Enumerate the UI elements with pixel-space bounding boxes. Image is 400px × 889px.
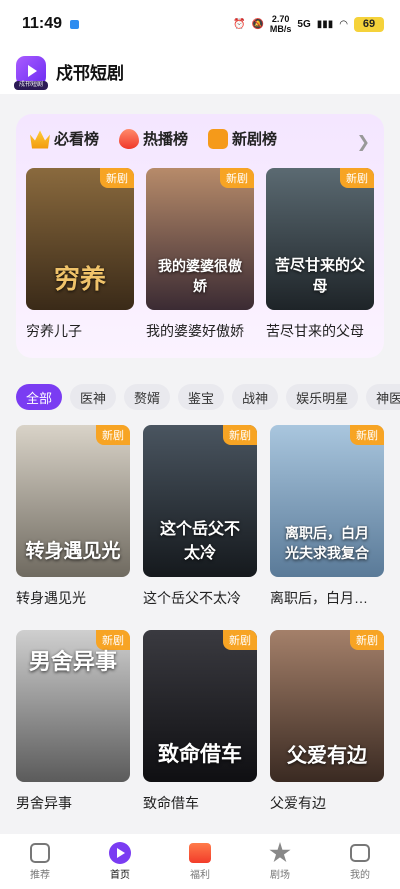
new-badge: 新剧 — [220, 168, 254, 188]
poster-title-art: 这个岳父不太冷 — [159, 519, 240, 562]
rank-title-3[interactable]: 苦尽甘来的父母 — [266, 321, 378, 341]
new-badge: 新剧 — [350, 630, 384, 650]
rank-poster-1[interactable]: 新剧 穷养 — [26, 168, 134, 310]
ranking-card: 必看榜 热播榜 新剧榜 ❯ 新剧 穷养 新剧 我的婆婆很傲娇 新剧 苦尽甘来的父… — [16, 114, 384, 358]
drama-poster-5[interactable]: 新剧 致命借车 — [143, 630, 257, 782]
tab-must-watch[interactable]: 必看榜 — [30, 128, 99, 149]
tab-label: 剧场 — [270, 870, 290, 881]
new-badge: 新剧 — [223, 425, 257, 445]
drama-poster-3[interactable]: 新剧 离职后，白月光夫求我复合 — [270, 425, 384, 577]
chip-entertainment-star[interactable]: 娱乐明星 — [286, 384, 359, 410]
app-title: 戍邗短剧 — [56, 63, 124, 83]
poster-title-art: 致命借车 — [158, 741, 242, 766]
new-drama-icon — [208, 128, 229, 149]
drama-poster-2[interactable]: 新剧 这个岳父不太冷 — [143, 425, 257, 577]
chevron-right-icon[interactable]: ❯ — [357, 132, 370, 152]
star-icon — [269, 842, 291, 864]
tab-label: 福利 — [190, 870, 210, 881]
chip-genius-doctor[interactable]: 神医 — [366, 384, 400, 410]
tab-home[interactable]: 首页 — [80, 834, 160, 889]
drama-title-2[interactable]: 这个岳父不太冷 — [143, 588, 259, 608]
poster-title-art: 转身遇见光 — [25, 540, 121, 562]
chip-war-god[interactable]: 战神 — [232, 384, 279, 410]
speed-unit: MB/s — [269, 24, 292, 34]
poster-title-art: 男舍异事 — [28, 649, 117, 675]
poster-title-art: 离职后，白月光夫求我复合 — [285, 526, 369, 562]
new-badge: 新剧 — [223, 630, 257, 650]
category-chips: 全部 医神 赘婿 鉴宝 战神 娱乐明星 神医 重生 — [16, 384, 400, 410]
profile-chat-icon — [349, 842, 371, 864]
tab-label: 我的 — [350, 870, 370, 881]
app-header: 戍邗短剧 戍邗短剧 — [0, 48, 400, 94]
notification-icon — [70, 19, 80, 29]
poster-title-art: 我的婆婆很傲娇 — [158, 259, 242, 295]
status-right: ⏰ 🔕 2.70 MB/s 5G ▮▮▮ ◠ 69 — [233, 14, 384, 34]
network-speed: 2.70 MB/s — [270, 14, 292, 34]
tab-hot[interactable]: 热播榜 — [119, 128, 188, 149]
new-badge: 新剧 — [340, 168, 374, 188]
tab-mine[interactable]: 我的 — [320, 834, 400, 889]
drama-title-1[interactable]: 转身遇见光 — [16, 588, 132, 608]
battery-icon: 69 — [354, 16, 384, 32]
signal-icon: ▮▮▮ — [316, 18, 334, 30]
mute-icon: 🔕 — [251, 18, 264, 30]
tab-label: 热播榜 — [143, 131, 189, 148]
rank-title-1[interactable]: 穷养儿子 — [26, 321, 138, 341]
wifi-icon: ◠ — [339, 18, 348, 30]
ranking-tabs: 必看榜 热播榜 新剧榜 — [30, 128, 277, 149]
rank-poster-2[interactable]: 新剧 我的婆婆很傲娇 — [146, 168, 254, 310]
poster-title-art: 苦尽甘来的父母 — [274, 256, 365, 295]
chip-son-in-law[interactable]: 赘婿 — [124, 384, 171, 410]
gift-icon — [189, 842, 211, 864]
tab-recommend[interactable]: 推荐 — [0, 834, 80, 889]
network-type: 5G — [297, 18, 311, 30]
new-badge: 新剧 — [100, 168, 134, 188]
tab-welfare[interactable]: 福利 — [160, 834, 240, 889]
poster-title-art: 父爱有边 — [287, 743, 367, 767]
app-logo-icon: 戍邗短剧 — [14, 56, 48, 90]
alarm-icon: ⏰ — [232, 18, 246, 30]
rank-poster-3[interactable]: 新剧 苦尽甘来的父母 — [266, 168, 374, 310]
chip-doctor-god[interactable]: 医神 — [70, 384, 117, 410]
drama-title-3[interactable]: 离职后，白月… — [270, 588, 384, 608]
poster-title-art: 穷养 — [53, 265, 106, 295]
drama-poster-1[interactable]: 新剧 转身遇见光 — [16, 425, 130, 577]
status-time: 11:49 — [22, 15, 63, 32]
flame-icon — [119, 128, 140, 149]
new-badge: 新剧 — [96, 425, 130, 445]
drama-title-6[interactable]: 父爱有边 — [270, 793, 384, 813]
tab-new[interactable]: 新剧榜 — [208, 128, 277, 149]
drama-title-4[interactable]: 男舍异事 — [16, 793, 132, 813]
crown-icon — [30, 130, 50, 149]
home-play-icon — [109, 842, 131, 864]
drama-title-5[interactable]: 致命借车 — [143, 793, 259, 813]
chip-all[interactable]: 全部 — [16, 384, 63, 410]
bottom-tab-bar: 推荐 首页 福利 剧场 我的 — [0, 834, 400, 889]
drama-poster-6[interactable]: 新剧 父爱有边 — [270, 630, 384, 782]
drama-poster-4[interactable]: 新剧 男舍异事 — [16, 630, 130, 782]
chip-appraisal[interactable]: 鉴宝 — [178, 384, 225, 410]
recommend-icon — [29, 842, 51, 864]
tab-label: 推荐 — [30, 870, 50, 881]
status-bar: 11:49 ⏰ 🔕 2.70 MB/s 5G ▮▮▮ ◠ 69 — [0, 0, 400, 48]
tab-label: 新剧榜 — [232, 131, 278, 148]
new-badge: 新剧 — [350, 425, 384, 445]
tab-theater[interactable]: 剧场 — [240, 834, 320, 889]
app-logo-tag: 戍邗短剧 — [14, 81, 48, 90]
speed-value: 2.70 — [271, 14, 290, 24]
tab-label: 必看榜 — [54, 131, 100, 148]
rank-title-2[interactable]: 我的婆婆好傲娇 — [146, 321, 258, 341]
tab-label: 首页 — [110, 870, 130, 881]
